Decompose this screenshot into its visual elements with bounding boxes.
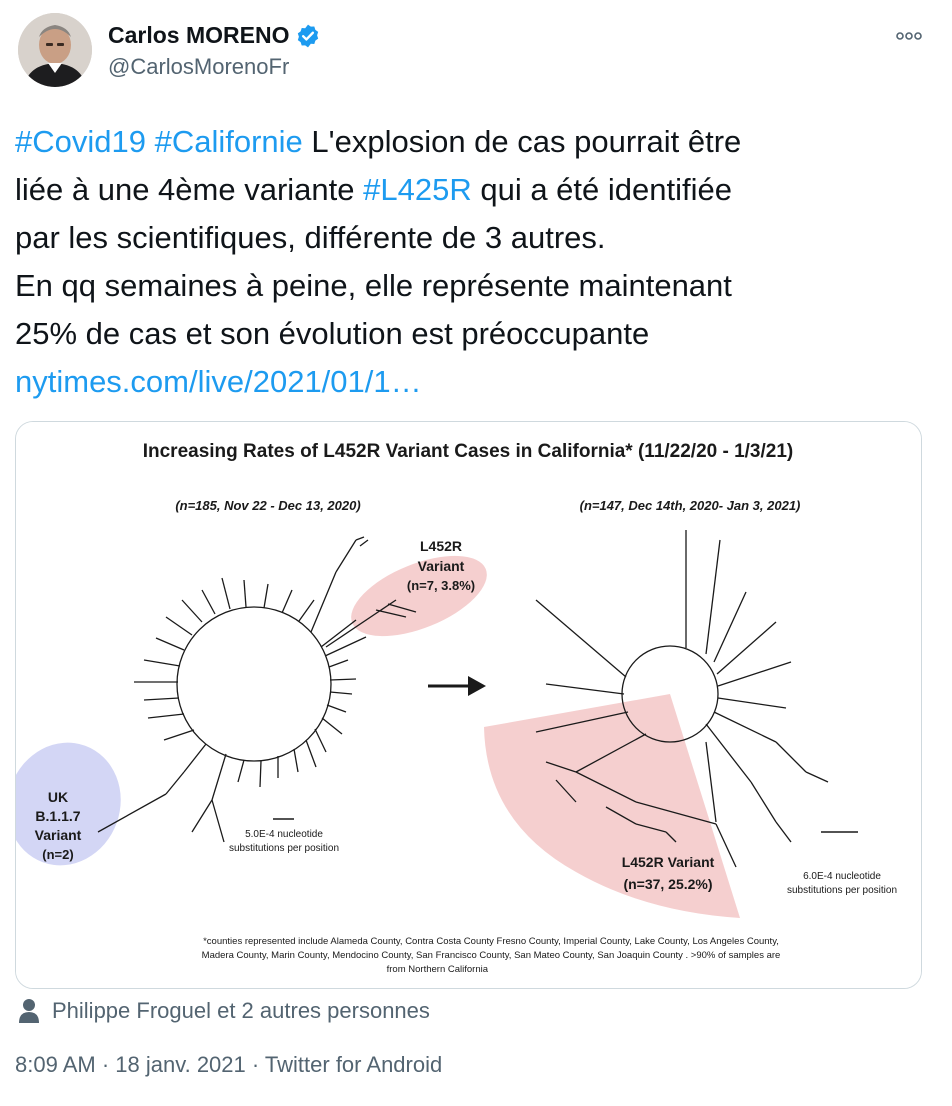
profile-photo (18, 13, 92, 87)
tweet-text-segment: liée à une 4ème variante (15, 172, 364, 207)
uk-label-3: Variant (35, 827, 82, 843)
left-scale-label-2: substitutions per position (229, 843, 339, 854)
hashtag-covid19[interactable]: #Covid19 (15, 124, 146, 159)
left-subtitle: (n=185, Nov 22 - Dec 13, 2020) (175, 498, 360, 513)
tweet-date[interactable]: 18 janv. 2021 (115, 1052, 245, 1077)
l452r-label-right: L452R Variant (622, 854, 715, 870)
display-name[interactable]: Carlos MORENO (108, 22, 289, 49)
tweet-line-6: nytimes.com/live/2021/01/1… (15, 358, 915, 406)
tweet-line-5: 25% de cas et son évolution est préoccup… (15, 316, 650, 351)
tweet-text-segment: qui a été identifiée (471, 172, 732, 207)
tweet-source[interactable]: Twitter for Android (265, 1052, 442, 1077)
more-options-icon[interactable] (894, 26, 924, 46)
hashtag-l425r[interactable]: #L425R (363, 172, 472, 207)
l452r-count-left: (n=7, 3.8%) (407, 578, 475, 593)
l452r-label-left-1: L452R (420, 538, 462, 554)
tweet-line-3: par les scientifiques, différente de 3 a… (15, 220, 606, 255)
meta-separator: · (245, 1052, 265, 1077)
figure-title: Increasing Rates of L452R Variant Cases … (143, 441, 794, 462)
phylogenetic-figure: Increasing Rates of L452R Variant Cases … (16, 422, 921, 988)
tweet-line-4: En qq semaines à peine, elle représente … (15, 268, 732, 303)
footnote-line-2: Madera County, Marin County, Mendocino C… (202, 950, 781, 961)
uk-label-1: UK (48, 789, 68, 805)
verified-badge-icon (298, 24, 319, 47)
media-image[interactable]: Increasing Rates of L452R Variant Cases … (15, 421, 922, 989)
tweet-line-1: #Covid19 #Californie L'explosion de cas … (15, 118, 915, 166)
meta-separator: · (95, 1052, 116, 1077)
tweet-text-segment: L'explosion de cas pourrait être (302, 124, 742, 159)
tweet-meta: 8:09 AM · 18 janv. 2021 · Twitter for An… (15, 1052, 442, 1078)
right-scale-label-1: 6.0E-4 nucleotide (803, 871, 881, 882)
liked-by-row[interactable]: Philippe Froguel et 2 autres personnes (18, 998, 430, 1024)
uk-count: (n=2) (42, 847, 73, 862)
uk-label-2: B.1.1.7 (35, 808, 80, 824)
tweet-line-2: liée à une 4ème variante #L425R qui a ét… (15, 166, 915, 214)
right-scale-label-2: substitutions per position (787, 885, 897, 896)
left-scale-label-1: 5.0E-4 nucleotide (245, 829, 323, 840)
article-link[interactable]: nytimes.com/live/2021/01/1… (15, 364, 422, 399)
liked-by-text[interactable]: Philippe Froguel et 2 autres personnes (52, 998, 430, 1024)
footnote-line-1: *counties represented include Alameda Co… (203, 936, 779, 947)
right-subtitle: (n=147, Dec 14th, 2020- Jan 3, 2021) (580, 498, 801, 513)
hashtag-californie[interactable]: #Californie (155, 124, 303, 159)
handle[interactable]: @CarlosMorenoFr (108, 54, 289, 80)
l452r-label-left-2: Variant (418, 558, 465, 574)
person-icon (19, 999, 39, 1023)
author-name-row[interactable]: Carlos MORENO (108, 22, 321, 49)
tweet-time[interactable]: 8:09 AM (15, 1052, 96, 1077)
tweet-text: #Covid19 #Californie L'explosion de cas … (15, 118, 915, 406)
avatar[interactable] (18, 13, 92, 87)
l452r-count-right: (n=37, 25.2%) (623, 876, 712, 892)
footnote-line-3: from Northern California (387, 964, 489, 975)
